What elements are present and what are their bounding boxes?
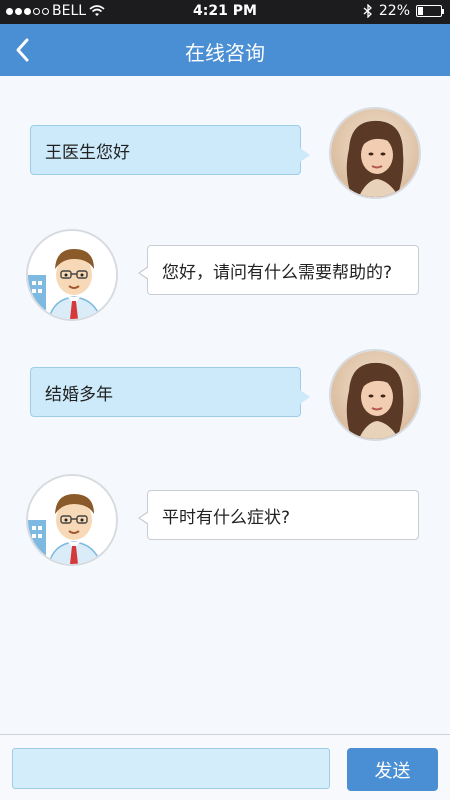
composer-bar: 发送	[0, 734, 450, 800]
message-text: 王医生您好	[45, 142, 130, 163]
status-right-group: 22%	[363, 3, 444, 19]
send-button[interactable]: 发送	[347, 748, 438, 791]
battery-percent: 22%	[378, 3, 410, 19]
message-text: 您好，请问有什么需要帮助的?	[162, 262, 393, 283]
doctor-cartoon-icon	[28, 476, 116, 564]
doctor-cartoon-icon	[28, 231, 116, 319]
user-photo-icon	[331, 109, 419, 197]
chat-area[interactable]: 王医生您好 您好，请问有什么需要帮助的? 结婚多年 平时有什么症状?	[0, 76, 450, 734]
user-avatar[interactable]	[329, 107, 421, 199]
user-photo-icon	[331, 351, 419, 439]
message-text: 平时有什么症状?	[162, 507, 291, 528]
battery-icon	[416, 5, 444, 17]
message-bubble-doctor: 您好，请问有什么需要帮助的?	[138, 245, 419, 295]
page-title: 在线咨询	[185, 41, 265, 65]
message-bubble-user: 结婚多年	[30, 367, 310, 417]
message-input[interactable]	[12, 748, 330, 789]
nav-bar: 在线咨询	[0, 24, 450, 76]
status-bar: BELL 4:21 PM 22%	[0, 0, 450, 24]
bluetooth-icon	[363, 4, 372, 18]
message-bubble-doctor: 平时有什么症状?	[138, 490, 419, 540]
doctor-avatar[interactable]	[26, 229, 118, 321]
user-avatar[interactable]	[329, 349, 421, 441]
doctor-avatar[interactable]	[26, 474, 118, 566]
battery-fill	[418, 7, 423, 15]
message-text: 结婚多年	[45, 384, 113, 405]
message-bubble-user: 王医生您好	[30, 125, 310, 175]
